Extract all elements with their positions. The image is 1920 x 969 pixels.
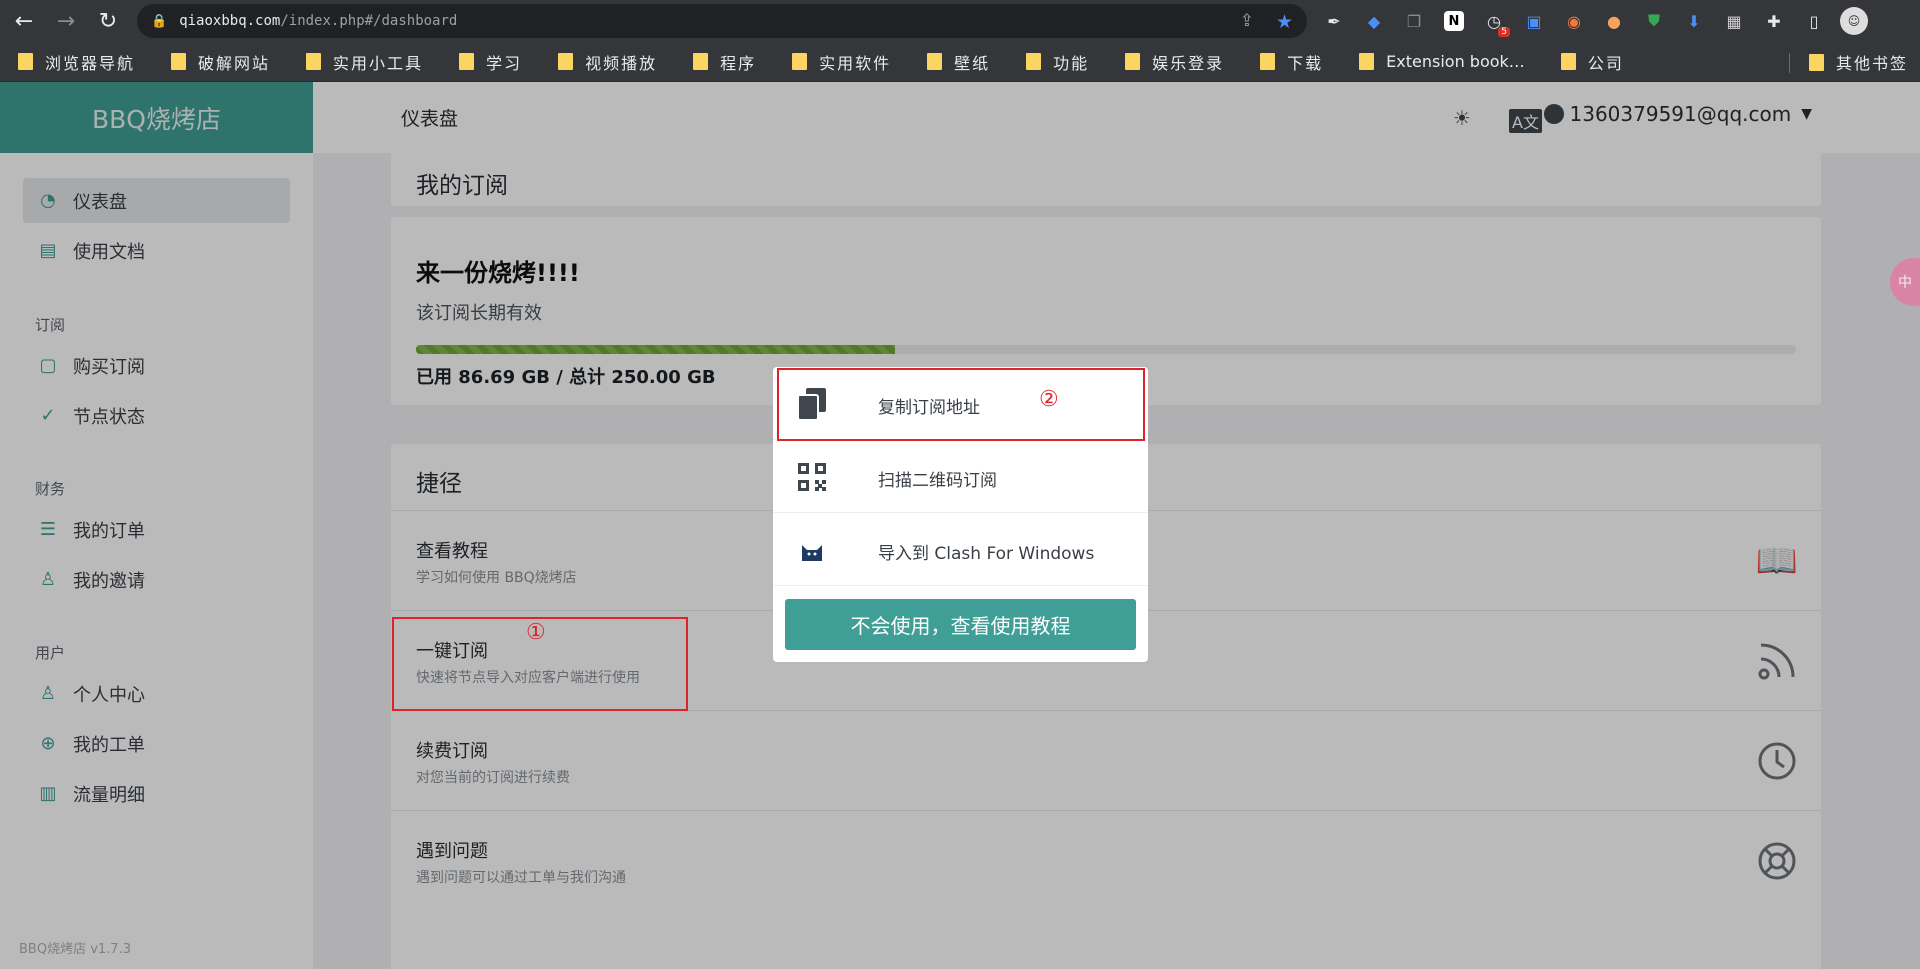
bookmark-folder[interactable]: 浏览器导航	[18, 50, 135, 74]
timer-extension-icon[interactable]: ◷ 5	[1480, 7, 1510, 37]
bookmark-folder[interactable]: 实用小工具	[306, 50, 423, 74]
bookmark-label: 壁纸	[954, 53, 991, 73]
bookmark-label: 公司	[1587, 53, 1624, 73]
forward-button[interactable]: →	[48, 3, 84, 39]
bookmark-label: 其他书签	[1835, 54, 1908, 73]
bookmark-folder[interactable]: 壁纸	[927, 50, 990, 74]
bookmark-label: 破解网站	[198, 53, 271, 73]
bookmark-folder[interactable]: 学习	[459, 50, 522, 74]
reload-button[interactable]: ↻	[90, 3, 126, 39]
bookmark-label: 娱乐登录	[1152, 53, 1225, 73]
folder-icon	[693, 53, 709, 70]
address-bar[interactable]: 🔒 qiaoxbbq.com/index.php#/dashboard ⇪ ★	[137, 4, 1307, 38]
scan-qrcode-option[interactable]: 扫描二维码订阅	[773, 440, 1148, 513]
folder-icon	[1808, 53, 1824, 71]
lock-extension-icon[interactable]: ▣	[1520, 7, 1548, 35]
reload-icon: ↻	[98, 8, 118, 34]
folder-icon	[1026, 53, 1042, 70]
copy-extension-icon[interactable]: ❐	[1400, 7, 1428, 35]
bookmark-label: 程序	[720, 53, 757, 73]
notion-extension-icon[interactable]: N	[1444, 11, 1464, 31]
lock-icon: 🔒	[151, 13, 168, 29]
bookmark-folder[interactable]: 公司	[1560, 50, 1624, 74]
annotation-box-2	[777, 368, 1145, 441]
option-label: 扫描二维码订阅	[878, 471, 997, 491]
share-icon[interactable]: ⇪	[1240, 11, 1254, 33]
pen-extension-icon[interactable]: ✒	[1320, 7, 1348, 35]
import-clash-option[interactable]: 导入到 Clash For Windows	[773, 513, 1148, 586]
gem-extension-icon[interactable]: ◆	[1360, 7, 1388, 35]
bookmark-folder[interactable]: Extension book…	[1359, 52, 1525, 71]
folder-icon	[1125, 53, 1141, 70]
profile-avatar[interactable]: ☺	[1840, 7, 1868, 35]
annotation-number-2: ②	[1039, 387, 1059, 412]
sidepanel-icon[interactable]: ▯	[1800, 7, 1828, 35]
tv-extension-icon[interactable]: ▦	[1720, 7, 1748, 35]
bookmark-folder[interactable]: 程序	[693, 50, 756, 74]
bookmark-label: 视频播放	[585, 53, 658, 73]
url-host: qiaoxbbq.com	[179, 13, 281, 29]
extension-badge: 5	[1498, 27, 1510, 37]
back-arrow-icon: ←	[14, 8, 34, 34]
bookmark-label: 下载	[1287, 53, 1324, 73]
puzzle-extension-icon[interactable]: ✚	[1760, 7, 1788, 35]
extensions-bar: ✒ ◆ ❐ N ◷ 5 ▣ ◉ ● ⛊ ⬇ ▦ ✚ ▯ ☺	[1320, 7, 1868, 37]
bookmark-label: 实用小工具	[333, 53, 424, 73]
bookmark-folder[interactable]: 破解网站	[171, 50, 270, 74]
back-button[interactable]: ←	[6, 3, 42, 39]
bookmark-label: 功能	[1053, 53, 1090, 73]
option-label: 导入到 Clash For Windows	[878, 544, 1095, 564]
bookmark-folder[interactable]: 娱乐登录	[1125, 50, 1224, 74]
folder-icon	[1260, 53, 1276, 70]
folder-icon	[558, 53, 574, 70]
folder-icon	[306, 53, 322, 70]
bookmark-label: 浏览器导航	[45, 53, 136, 73]
bookmark-label: 实用软件	[819, 53, 892, 73]
clash-cat-icon	[797, 535, 827, 565]
download-extension-icon[interactable]: ⬇	[1680, 7, 1708, 35]
orange-extension-icon[interactable]: ◉	[1560, 7, 1588, 35]
folder-icon	[171, 53, 187, 70]
folder-icon	[1560, 53, 1576, 70]
drop-extension-icon[interactable]: ●	[1600, 7, 1628, 35]
folder-icon	[18, 53, 33, 70]
bookmark-label: 学习	[486, 53, 523, 73]
view-tutorial-button[interactable]: 不会使用，查看使用教程	[785, 599, 1136, 650]
bookmark-folder[interactable]: 视频播放	[558, 50, 657, 74]
translate-float-badge[interactable]: 中	[1890, 258, 1920, 306]
qrcode-icon	[797, 462, 827, 492]
bookmark-folder[interactable]: 功能	[1026, 50, 1089, 74]
folder-icon	[1359, 53, 1375, 70]
bookmark-folder[interactable]: 下载	[1260, 50, 1323, 74]
folder-icon	[792, 53, 808, 70]
annotation-number-1: ①	[526, 620, 546, 645]
bookmark-label: Extension book…	[1386, 52, 1525, 71]
bookmark-separator	[1789, 53, 1790, 73]
shield-extension-icon[interactable]: ⛊	[1640, 7, 1668, 35]
bookmarks-bar: 浏览器导航 破解网站 实用小工具 学习 视频播放 程序 实用软件 壁纸 功能 娱…	[0, 42, 1920, 82]
bookmark-star-icon[interactable]: ★	[1276, 11, 1293, 33]
folder-icon	[459, 53, 475, 70]
other-bookmarks[interactable]: 其他书签	[1808, 42, 1920, 82]
browser-toolbar: ← → ↻ 🔒 qiaoxbbq.com/index.php#/dashboar…	[0, 0, 1920, 42]
bookmark-folder[interactable]: 实用软件	[792, 50, 891, 74]
folder-icon	[927, 53, 943, 70]
forward-arrow-icon: →	[56, 8, 76, 34]
url-path: /index.php#/dashboard	[280, 13, 458, 29]
